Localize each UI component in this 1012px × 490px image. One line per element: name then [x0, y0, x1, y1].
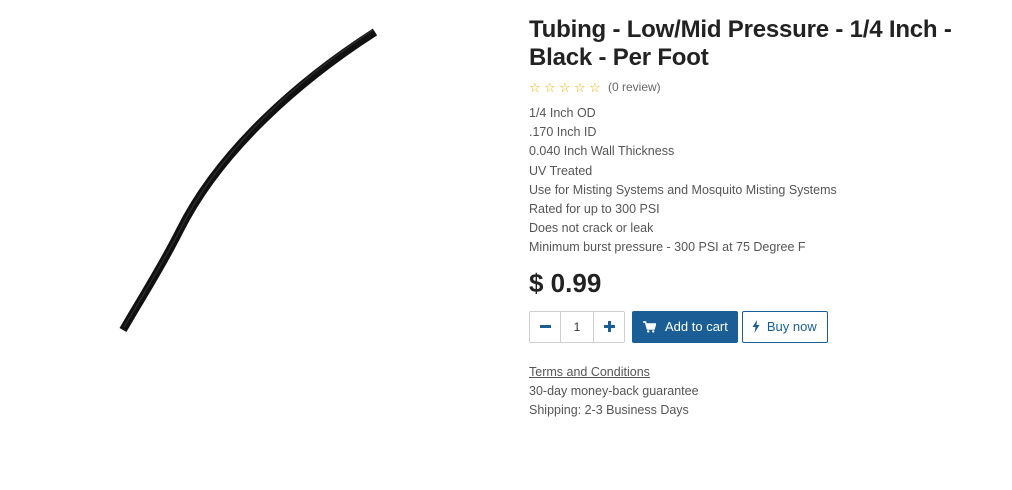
terms-link[interactable]: Terms and Conditions: [529, 363, 999, 382]
product-image-tubing: [119, 28, 378, 332]
feature-item: Rated for up to 300 PSI: [529, 202, 660, 217]
purchase-info: Terms and Conditions 30-day money-back g…: [529, 363, 999, 421]
rating-stars[interactable]: ☆ ☆ ☆ ☆ ☆: [529, 81, 602, 94]
feature-item: UV Treated: [529, 163, 593, 178]
quantity-increase-button[interactable]: [593, 311, 624, 342]
minus-icon: [539, 325, 551, 329]
feature-item: Use for Misting Systems and Mosquito Mis…: [529, 182, 837, 197]
buy-now-label: Buy now: [766, 319, 817, 335]
quantity-input[interactable]: [561, 311, 593, 342]
quantity-stepper: [529, 310, 625, 343]
add-to-cart-label: Add to cart: [665, 319, 728, 335]
feature-item: 0.040 Inch Wall Thickness: [529, 144, 675, 159]
buy-now-button[interactable]: Buy now: [741, 310, 828, 343]
shipping-text: Shipping: 2-3 Business Days: [529, 403, 689, 418]
plus-icon: [603, 321, 615, 333]
add-to-cart-button[interactable]: Add to cart: [632, 310, 738, 343]
star-icon: ☆: [559, 79, 571, 95]
review-count[interactable]: (0 review): [608, 80, 661, 94]
feature-item: 1/4 Inch OD: [529, 106, 596, 120]
guarantee-text: 30-day money-back guarantee: [529, 383, 699, 398]
product-title: Tubing - Low/Mid Pressure - 1/4 Inch - B…: [529, 16, 952, 71]
feature-list: 1/4 Inch OD .170 Inch ID 0.040 Inch Wall…: [529, 104, 999, 258]
lightning-icon: [752, 320, 760, 334]
star-icon: ☆: [589, 79, 601, 95]
feature-item: Minimum burst pressure - 300 PSI at 75 D…: [529, 240, 806, 255]
star-icon: ☆: [574, 79, 586, 95]
feature-item: .170 Inch ID: [529, 125, 597, 140]
quantity-decrease-button[interactable]: [530, 311, 561, 342]
feature-item: Does not crack or leak: [529, 221, 654, 236]
product-rating: ☆ ☆ ☆ ☆ ☆ (0 review): [529, 79, 999, 95]
cart-icon: [643, 320, 656, 333]
star-icon: ☆: [544, 79, 556, 95]
product-image-area: [0, 0, 500, 490]
product-info: Tubing - Low/Mid Pressure - 1/4 Inch - B…: [529, 16, 999, 420]
purchase-controls: Add to cart Buy now: [529, 310, 999, 343]
product-price: $ 0.99: [529, 267, 602, 298]
star-icon: ☆: [529, 79, 541, 95]
